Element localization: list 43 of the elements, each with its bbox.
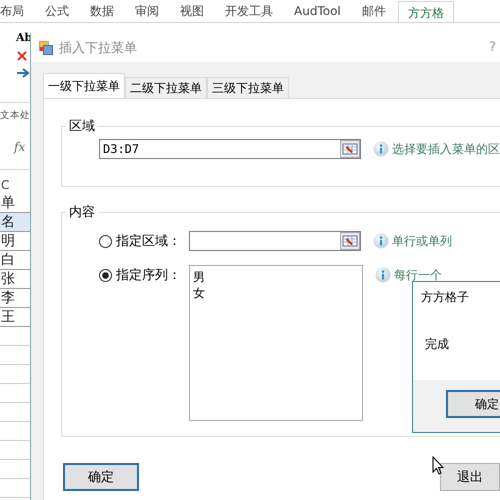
radio-label[interactable]: 指定序列： — [116, 266, 181, 284]
tab[interactable]: 三级下拉菜单 — [207, 77, 289, 98]
range-picker-icon[interactable] — [340, 232, 360, 250]
hint-text: 每行一个 — [394, 266, 442, 284]
window-title: 插入下拉菜单 — [59, 40, 137, 56]
ribbon-group-label: 文本处 — [0, 110, 30, 121]
ribbon-tab[interactable]: 公式 — [36, 0, 78, 22]
dialog-button[interactable]: 确定 — [63, 463, 139, 491]
ribbon-tab[interactable]: 数据 — [81, 0, 123, 22]
tab[interactable]: 一级下拉菜单 — [43, 73, 125, 98]
ribbon-tab[interactable]: AudTool — [285, 0, 350, 22]
message-text: 完成 — [424, 336, 450, 353]
list-field[interactable]: 男 女 — [189, 265, 363, 421]
info-icon — [375, 267, 391, 283]
group-title: 内容 — [68, 204, 96, 221]
arrow-icon[interactable] — [16, 68, 30, 78]
message-title: 方方格子 — [420, 289, 470, 306]
ribbon-tab[interactable]: 审阅 — [126, 0, 168, 22]
cursor-icon — [432, 456, 444, 475]
table-cell[interactable]: 名 — [0, 213, 31, 232]
radio-button[interactable] — [99, 268, 112, 282]
ribbon-tab[interactable]: 开发工具 — [216, 0, 282, 22]
function-label[interactable]: fx — [14, 140, 26, 154]
range-field[interactable]: D3:D7 — [99, 139, 361, 159]
info-icon — [373, 233, 389, 249]
ribbon-tab[interactable]: 布局 — [0, 0, 33, 22]
radio-button[interactable] — [99, 234, 112, 248]
ribbon-tab[interactable]: 方方格 — [398, 1, 454, 22]
range-picker-icon[interactable] — [340, 140, 360, 158]
dialog-button[interactable]: 退出 — [440, 463, 500, 491]
hint-text: 选择要插入菜单的区 — [392, 140, 500, 158]
ok-button[interactable]: 确定 — [446, 390, 500, 418]
ribbon-tab[interactable]: 视图 — [171, 0, 213, 22]
info-icon — [373, 141, 389, 157]
radio-label[interactable]: 指定区域： — [116, 232, 181, 250]
range-field[interactable] — [189, 231, 361, 251]
tab[interactable]: 二级下拉菜单 — [125, 77, 207, 98]
hint-text: 单行或单列 — [392, 232, 452, 250]
ribbon-tab[interactable]: 邮件 — [352, 0, 395, 22]
clear-icon[interactable] — [16, 50, 28, 62]
column-header[interactable]: C — [0, 176, 30, 194]
app-icon — [39, 40, 53, 54]
group-title: 区域 — [68, 118, 96, 135]
